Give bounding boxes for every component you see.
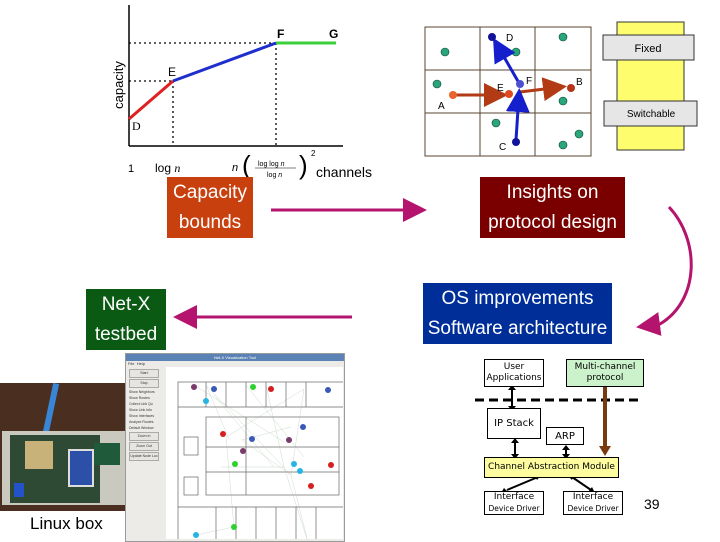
label-e: E (497, 83, 504, 94)
node-c (512, 138, 520, 146)
label-a: A (438, 101, 445, 112)
netx-visualization-window: Net-X Visualization Tool File Help Start… (125, 353, 345, 542)
interface-driver-1-line1: Interface (493, 492, 535, 502)
netx-testbed-line2: testbed (94, 323, 158, 345)
multichannel-protocol-line1: Multi-channel (574, 362, 636, 372)
fixed-interface-label: Fixed (635, 43, 662, 55)
interface-driver-2-line2: Device Driver (567, 504, 619, 513)
floor-plan-map[interactable] (166, 367, 344, 541)
x-tick-logn: log n (155, 161, 180, 175)
node-b (567, 84, 575, 92)
channel-abstraction-module-label: Channel Abstraction Module (488, 462, 615, 472)
segment-d-e (128, 79, 174, 121)
svg-text:log n: log n (267, 172, 282, 179)
capacity-bounds-line1: Capacity (173, 181, 247, 203)
menu-file[interactable]: File (128, 361, 134, 366)
zoom-out-button[interactable]: Zoom Out (129, 442, 159, 451)
os-improvements-line2: Software architecture (427, 317, 608, 339)
app-titlebar: Net-X Visualization Tool (126, 354, 344, 361)
insights-line2: protocol design (488, 211, 617, 233)
checkbox-default-window[interactable]: Default Window (127, 425, 161, 431)
start-button[interactable]: Start (129, 369, 159, 378)
label-b: B (576, 77, 583, 88)
label-d: D (506, 33, 513, 44)
ethernet-cable (42, 383, 60, 434)
blue-sticker (14, 483, 24, 497)
node-a (449, 91, 457, 99)
wifi-card (68, 449, 94, 487)
svg-text:2: 2 (311, 149, 316, 158)
capacity-chart: capacity D E F G 1 log n n ( log log n l… (111, 5, 372, 180)
svg-text:(: ( (242, 150, 251, 180)
memory-module (25, 441, 53, 469)
capacity-bounds-box: Capacity bounds (167, 177, 253, 238)
ip-stack-label: IP Stack (494, 418, 534, 429)
interface-driver-1-line2: Device Driver (488, 504, 540, 513)
arp-box: ARP (546, 427, 584, 445)
segment-e-f (172, 41, 277, 83)
point-e-label: E (168, 65, 176, 79)
route-f-b (519, 77, 567, 102)
point-g-label: G (329, 27, 338, 41)
route-c-f (505, 88, 530, 141)
interface-driver-box-2: Interface Device Driver (563, 491, 623, 515)
capacity-axis-label: capacity (111, 61, 126, 109)
user-applications-line1: User (503, 362, 525, 372)
svg-text:log log n: log log n (258, 161, 285, 168)
stop-button[interactable]: Stop (129, 379, 159, 388)
update-node-location-button[interactable]: Update Node Loc (129, 452, 159, 461)
label-f: F (526, 76, 532, 87)
netx-testbed-line1: Net-X (101, 293, 151, 315)
floor-plan (177, 381, 344, 541)
channels-axis-label: channels (316, 164, 372, 180)
svg-text:): ) (299, 150, 308, 180)
node-e (505, 90, 513, 98)
routing-diagram: A B C D E F Fixed Switchable (424, 21, 698, 157)
label-c: C (499, 142, 506, 153)
channel-abstraction-module-box: Channel Abstraction Module (484, 457, 619, 478)
app-sidebar: Start Stop Show Neighbors Show Routes Co… (127, 368, 161, 462)
point-d-label: D (132, 119, 141, 133)
arrow-cam-if2 (571, 476, 592, 491)
user-applications-line2: Applications (486, 373, 542, 383)
mini-pci-card (94, 443, 120, 465)
insights-box: Insights on protocol design (480, 177, 625, 238)
arrow-cam-if1 (506, 476, 539, 491)
ip-stack-box: IP Stack (487, 408, 541, 439)
menu-help[interactable]: Help (137, 361, 145, 366)
slide-number: 39 (644, 496, 660, 512)
os-improvements-line1: OS improvements (441, 287, 594, 309)
multichannel-protocol-box: Multi-channel protocol (566, 359, 644, 387)
capacity-bounds-line2: bounds (178, 211, 242, 233)
svg-text:n: n (232, 162, 238, 174)
insights-line1: Insights on (506, 181, 599, 203)
linux-box-photo (0, 383, 126, 511)
node-f (516, 80, 524, 88)
x-tick-1: 1 (128, 163, 134, 175)
multichannel-protocol-line2: protocol (586, 373, 624, 383)
netx-testbed-box: Net-X testbed (86, 289, 166, 350)
user-applications-box: User Applications (484, 359, 544, 387)
switchable-interface-label: Switchable (627, 109, 676, 120)
linux-box-label: Linux box (30, 514, 103, 533)
os-improvements-box: OS improvements Software architecture (423, 283, 612, 344)
arrow-insights-to-os (636, 205, 693, 336)
arp-label: ARP (555, 430, 575, 442)
interface-driver-box-1: Interface Device Driver (484, 491, 544, 515)
point-f-label: F (277, 27, 284, 41)
x-tick-formula: n ( log log n log n ) 2 (232, 149, 316, 180)
interface-driver-2-line1: Interface (572, 492, 614, 502)
node-d (488, 33, 496, 41)
zoom-in-button[interactable]: Zoom In (129, 432, 159, 441)
